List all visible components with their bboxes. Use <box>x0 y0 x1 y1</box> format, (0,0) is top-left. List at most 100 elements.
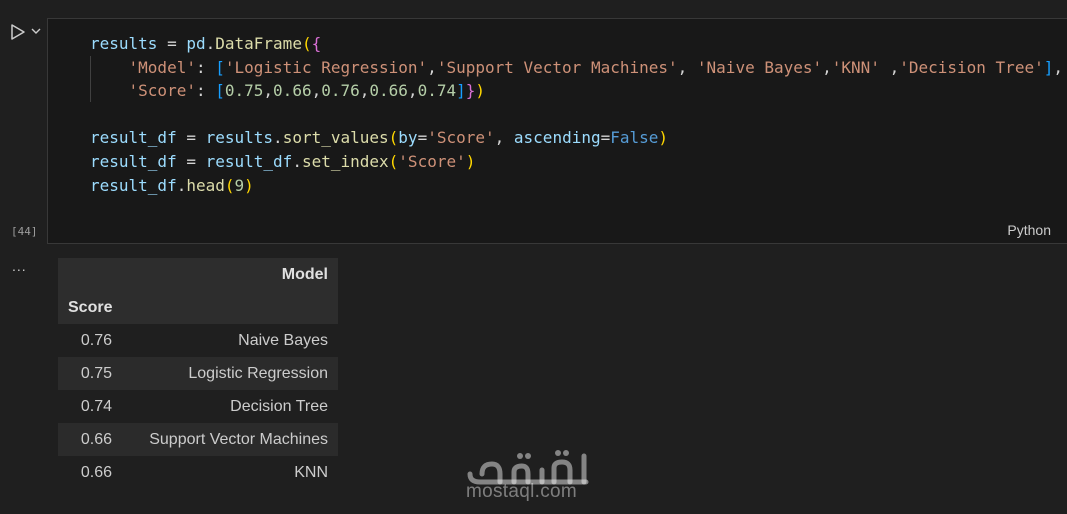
code-token: result_df <box>90 175 177 195</box>
table-row: 0.75 Logistic Regression <box>58 357 338 390</box>
code-token: ( <box>388 151 399 171</box>
row-score: 0.66 <box>80 463 112 481</box>
code-editor[interactable]: results = pd.DataFrame({ 'Model': ['Logi… <box>90 32 1063 197</box>
watermark-text: mostaql.com <box>466 481 578 502</box>
code-token: by <box>398 128 418 148</box>
code-token: 'Score' <box>427 128 495 148</box>
code-token: 0.66 <box>273 81 312 101</box>
row-model: Logistic Regression <box>188 364 328 382</box>
code-token: result_df <box>90 151 177 171</box>
code-token: ( <box>224 175 235 195</box>
code-token: results <box>205 128 274 148</box>
code-line-5: result_df = results.sort_values(by='Scor… <box>90 126 1063 150</box>
table-row: 0.66 KNN <box>58 456 338 489</box>
code-token: : <box>195 81 216 101</box>
code-token: result_df <box>205 151 293 171</box>
code-token: , <box>427 57 437 77</box>
row-score: 0.76 <box>80 331 112 349</box>
code-token: ) <box>244 175 254 195</box>
code-line-6: result_df = result_df.set_index('Score') <box>90 150 1063 174</box>
notebook-view: results = pd.DataFrame({ 'Model': ['Logi… <box>0 0 1067 514</box>
code-token: 'Support Vector Machines' <box>436 57 678 77</box>
code-token: [ <box>215 57 225 77</box>
dataframe-output: Model Score 0.76 Naive Bayes 0.75 Logist… <box>58 258 338 489</box>
code-token: . <box>205 34 216 53</box>
code-token: 'KNN' <box>831 57 880 77</box>
code-token: result_df <box>90 128 177 148</box>
code-token: ( <box>388 128 399 148</box>
index-name-row: Score <box>58 291 338 324</box>
code-token: ) <box>465 151 476 171</box>
code-token: , <box>359 81 370 101</box>
code-token: ascending <box>513 128 601 148</box>
code-token: = <box>176 151 206 171</box>
row-score: 0.66 <box>80 430 112 448</box>
code-token: DataFrame <box>215 34 302 53</box>
code-token: , <box>822 57 832 77</box>
code-token: . <box>292 151 302 171</box>
row-model: KNN <box>294 463 328 481</box>
code-line-3: 'Score': [0.75,0.66,0.76,0.66,0.74]}) <box>90 79 1063 103</box>
code-token: 'Naive Bayes' <box>696 57 823 77</box>
code-token: , <box>494 128 514 148</box>
play-icon[interactable] <box>8 22 28 42</box>
code-token: False <box>610 128 659 148</box>
code-token: sort_values <box>282 128 389 148</box>
code-cell[interactable]: results = pd.DataFrame({ 'Model': ['Logi… <box>47 18 1067 244</box>
code-token: 0.74 <box>417 81 457 101</box>
table-row: 0.76 Naive Bayes <box>58 324 338 357</box>
code-token: 'Logistic Regression' <box>224 57 428 77</box>
execution-count: [44] <box>11 225 38 238</box>
code-token: } <box>465 81 476 101</box>
code-token: 'Score' <box>128 81 196 101</box>
table-row: 0.74 Decision Tree <box>58 390 338 423</box>
code-token: . <box>176 175 187 195</box>
row-score: 0.75 <box>80 364 112 382</box>
code-token: ] <box>1043 57 1054 77</box>
index-name-score: Score <box>68 298 113 316</box>
code-token: 0.66 <box>369 81 408 101</box>
table-header-row: Model <box>58 258 338 291</box>
code-token: 'Decision Tree' <box>899 57 1044 77</box>
code-token: = <box>176 128 206 148</box>
code-line-2: 'Model': ['Logistic Regression','Support… <box>90 56 1063 80</box>
index-name-filler <box>124 291 338 324</box>
column-header-model: Model <box>281 265 328 283</box>
code-token: , <box>263 81 274 101</box>
row-model: Support Vector Machines <box>149 430 328 448</box>
code-token: 0.75 <box>224 81 264 101</box>
code-line-1: results = pd.DataFrame({ <box>90 32 1063 56</box>
row-model: Naive Bayes <box>238 331 328 349</box>
code-token: = <box>417 128 428 148</box>
code-token: set_index <box>301 151 389 171</box>
code-line-7: result_df.head(9) <box>90 174 1063 198</box>
chevron-down-icon[interactable] <box>30 25 42 37</box>
row-score: 0.74 <box>80 397 112 415</box>
code-token: = <box>157 34 187 53</box>
code-token: , <box>311 81 322 101</box>
code-token: , <box>879 57 900 77</box>
code-token: . <box>273 128 283 148</box>
code-token: ) <box>475 81 486 101</box>
code-token: : <box>195 57 216 77</box>
code-token: results <box>90 34 158 53</box>
output-more-button[interactable]: ... <box>12 258 27 274</box>
row-model: Decision Tree <box>230 397 328 415</box>
code-token: { <box>311 34 322 53</box>
table-corner <box>58 258 124 291</box>
code-token: 'Model' <box>128 57 196 77</box>
code-token: , <box>1053 57 1063 77</box>
code-token: pd <box>186 34 206 53</box>
cell-language-label[interactable]: Python <box>1007 222 1051 238</box>
code-token: [ <box>215 81 225 101</box>
code-token: head <box>186 175 225 195</box>
code-token: ] <box>456 81 466 101</box>
code-token: ( <box>301 34 312 53</box>
table-row: 0.66 Support Vector Machines <box>58 423 338 456</box>
code-token: 0.76 <box>321 81 360 101</box>
code-token: , <box>407 81 418 101</box>
code-token: = <box>600 128 611 148</box>
code-token: ) <box>658 128 669 148</box>
code-token: 'Score' <box>398 151 466 171</box>
